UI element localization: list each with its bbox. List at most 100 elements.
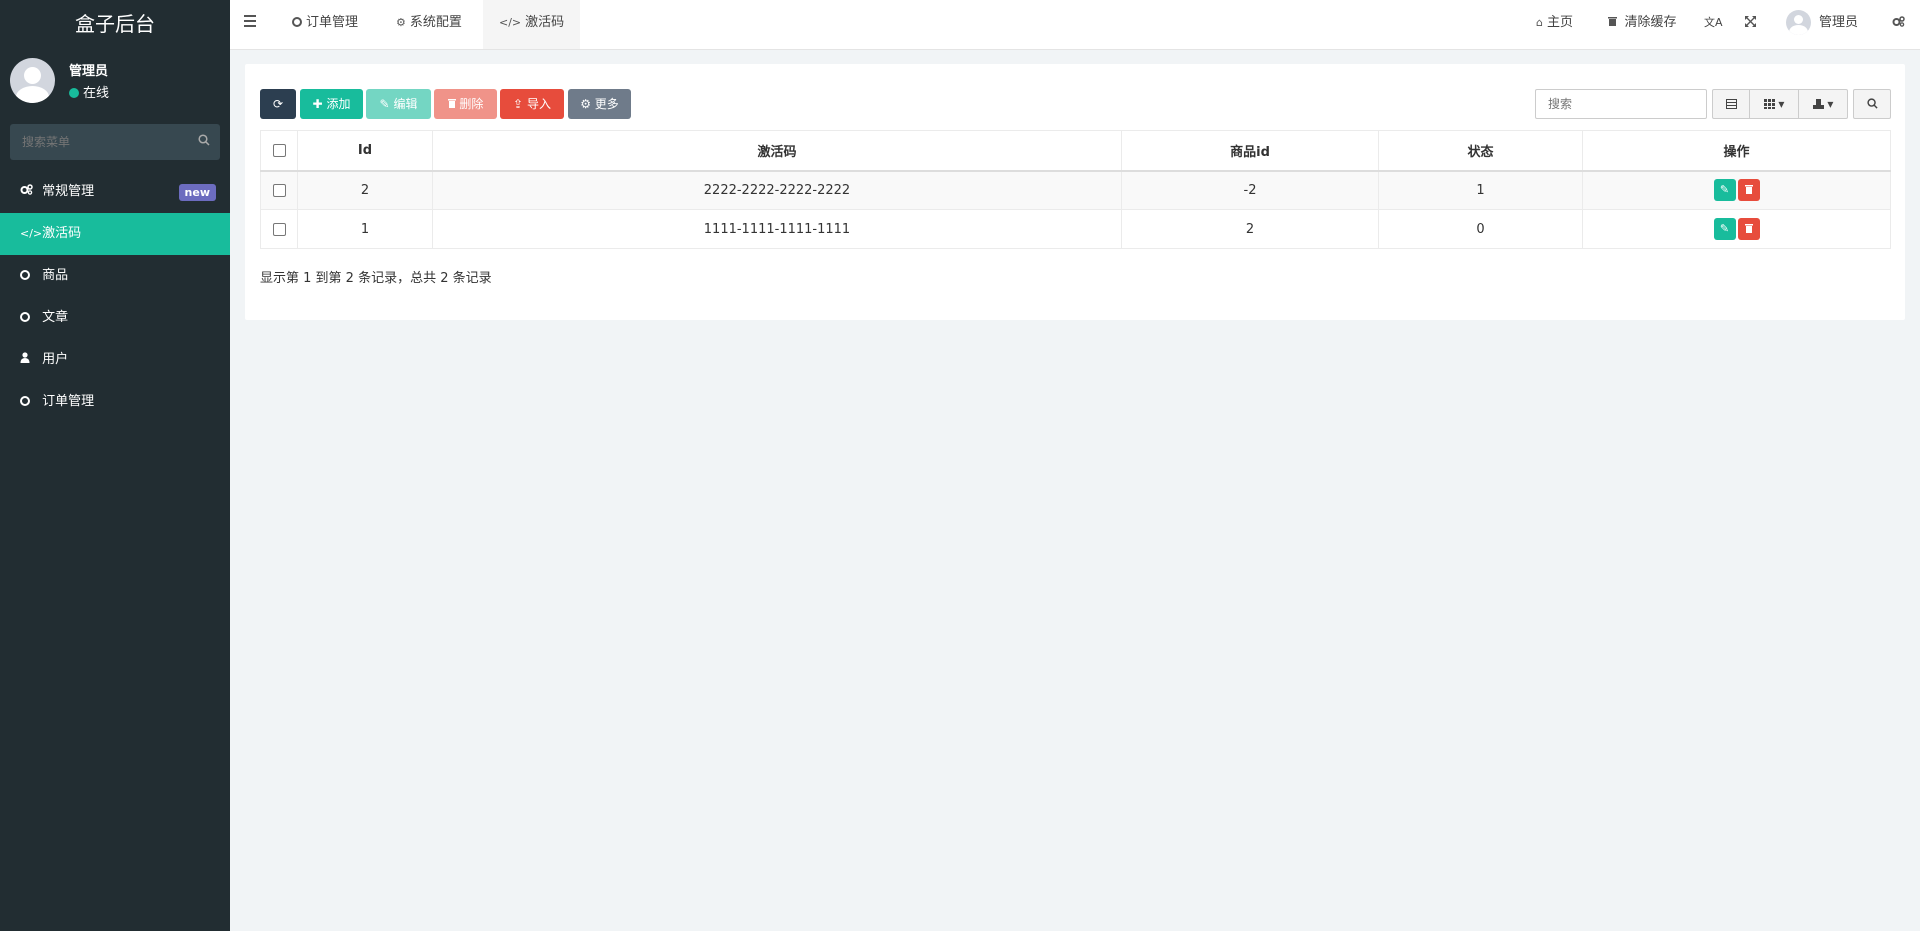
table-search	[1535, 89, 1707, 119]
col-header-id[interactable]: Id	[297, 130, 433, 172]
more-button[interactable]: ⚙ 更多	[568, 89, 631, 119]
code-icon: </>	[499, 16, 522, 29]
cell-id: 1	[297, 209, 433, 249]
tab-label: 订单管理	[306, 15, 359, 30]
clear-cache-link[interactable]: 清除缓存	[1608, 0, 1677, 49]
row-checkbox[interactable]	[272, 222, 286, 236]
sidebar-item-orders[interactable]: 订单管理	[0, 381, 230, 423]
table-row: 2 2222-2222-2222-2222 -2 1 ✎	[260, 170, 1891, 210]
row-edit-button[interactable]: ✎	[1713, 218, 1736, 240]
sidebar-item-goods[interactable]: 商品	[0, 255, 230, 297]
sidebar-item-user[interactable]: 用户	[0, 339, 230, 381]
grid-icon	[1763, 97, 1779, 111]
sidebar-item-general[interactable]: 常规管理 new	[0, 171, 230, 213]
export-button[interactable]: ▾	[1798, 89, 1848, 119]
table-search-input[interactable]	[1536, 90, 1706, 118]
edit-label: 编辑	[393, 97, 418, 111]
cell-actions: ✎	[1582, 209, 1891, 249]
tab-orders[interactable]: 订单管理	[276, 0, 374, 49]
import-label: 导入	[526, 97, 551, 111]
circle-icon	[20, 312, 30, 322]
select-all-checkbox[interactable]	[272, 143, 286, 157]
row-select-cell	[260, 170, 298, 210]
user-avatar	[10, 58, 55, 103]
delete-button[interactable]: 删除	[434, 89, 497, 119]
export-icon	[1812, 97, 1828, 111]
row-delete-button[interactable]	[1737, 179, 1760, 202]
select-all-cell	[260, 130, 298, 172]
sidebar: 盒子后台 管理员 在线 常规管理 new </> 激活码 商品 文章	[0, 0, 230, 931]
upload-icon: ⇪	[513, 97, 524, 111]
table-header-row: Id 激活码 商品id 状态 操作	[260, 130, 1891, 172]
trash-icon	[1608, 16, 1621, 29]
row-checkbox[interactable]	[272, 183, 286, 197]
user-icon	[20, 339, 38, 381]
home-link[interactable]: ⌂ 主页	[1536, 0, 1573, 49]
edit-button[interactable]: ✎ 编辑	[366, 89, 431, 119]
user-status: 在线	[69, 82, 109, 101]
cell-code: 1111-1111-1111-1111	[432, 209, 1122, 249]
online-dot-icon	[69, 88, 79, 98]
cell-goods-id: -2	[1121, 170, 1379, 210]
search-icon	[1866, 98, 1878, 109]
trash-icon	[1744, 185, 1753, 195]
import-button[interactable]: ⇪ 导入	[500, 89, 564, 119]
admin-menu[interactable]: 管理员	[1786, 0, 1858, 49]
cell-code: 2222-2222-2222-2222	[432, 170, 1122, 210]
pencil-icon: ✎	[1719, 183, 1730, 197]
caret-down-icon: ▾	[1778, 97, 1785, 111]
col-header-actions: 操作	[1582, 130, 1891, 172]
home-icon: ⌂	[1536, 16, 1543, 29]
sidebar-item-label: 常规管理	[42, 184, 95, 199]
more-label: 更多	[594, 97, 619, 111]
menu-toggle-icon[interactable]	[244, 15, 258, 31]
language-icon[interactable]: 文A	[1704, 0, 1723, 49]
tab-label: 激活码	[525, 15, 565, 30]
cogs-icon	[20, 171, 38, 213]
add-button[interactable]: ✚ 添加	[300, 89, 363, 119]
toggle-view-button[interactable]	[1712, 89, 1750, 119]
sidebar-search	[10, 124, 220, 160]
trash-icon	[1744, 224, 1753, 233]
add-label: 添加	[326, 97, 351, 111]
col-header-code[interactable]: 激活码	[432, 130, 1122, 172]
circle-icon	[20, 270, 30, 280]
sidebar-item-activation-code[interactable]: </> 激活码	[0, 213, 230, 255]
refresh-button[interactable]: ⟳	[260, 89, 296, 119]
table-row: 1 1111-1111-1111-1111 2 0 ✎	[260, 209, 1891, 249]
sidebar-item-label: 用户	[42, 352, 69, 367]
settings-cogs-icon[interactable]	[1892, 0, 1905, 49]
tab-activation-code[interactable]: </> 激活码	[483, 0, 581, 49]
caret-down-icon: ▾	[1827, 97, 1834, 111]
top-header: 订单管理 ⚙ 系统配置 </> 激活码 ⌂ 主页 清除缓存 文A 管理员	[230, 0, 1920, 50]
circle-icon	[292, 17, 302, 27]
row-delete-button[interactable]	[1737, 218, 1760, 240]
gear-icon: ⚙	[396, 16, 406, 29]
columns-button[interactable]: ▾	[1749, 89, 1799, 119]
user-panel: 管理员 在线	[0, 49, 230, 115]
col-header-status[interactable]: 状态	[1378, 130, 1583, 172]
tab-system-config[interactable]: ⚙ 系统配置	[380, 0, 478, 49]
table-view-icon	[1725, 97, 1737, 111]
row-select-cell	[260, 209, 298, 249]
pagination-summary: 显示第 1 到第 2 条记录，总共 2 条记录	[260, 271, 492, 286]
sidebar-item-label: 订单管理	[42, 394, 95, 409]
cell-id: 2	[297, 170, 433, 210]
tab-label: 系统配置	[409, 15, 462, 30]
sidebar-item-article[interactable]: 文章	[0, 297, 230, 339]
new-badge: new	[178, 184, 216, 201]
row-edit-button[interactable]: ✎	[1713, 179, 1736, 202]
sidebar-search-input[interactable]	[10, 124, 190, 160]
fullscreen-icon[interactable]	[1745, 0, 1756, 49]
sidebar-item-label: 激活码	[42, 226, 82, 241]
brand-logo[interactable]: 盒子后台	[0, 0, 230, 49]
search-icon[interactable]	[198, 134, 210, 146]
cell-status: 1	[1378, 170, 1583, 210]
cell-actions: ✎	[1582, 170, 1891, 210]
search-button[interactable]	[1853, 89, 1891, 119]
refresh-icon: ⟳	[272, 97, 284, 111]
content-panel: ⟳ ✚ 添加 ✎ 编辑 删除 ⇪ 导入 ⚙ 更多 ▾ ▾	[245, 64, 1905, 320]
user-status-text: 在线	[83, 86, 110, 101]
col-header-goods-id[interactable]: 商品id	[1121, 130, 1379, 172]
data-table: Id 激活码 商品id 状态 操作 2 2222-2222-2222-2222 …	[260, 130, 1891, 249]
